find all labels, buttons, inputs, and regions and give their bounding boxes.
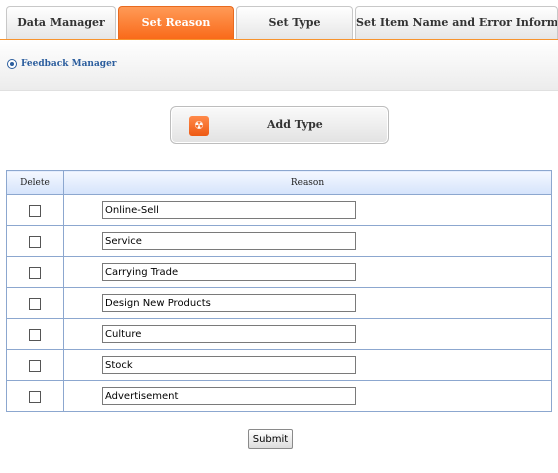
reason-input[interactable] bbox=[102, 387, 356, 405]
reason-cell bbox=[63, 349, 552, 381]
delete-cell bbox=[6, 194, 64, 226]
reason-table: Delete Reason bbox=[6, 170, 552, 412]
reason-input[interactable] bbox=[102, 294, 356, 312]
table-row bbox=[6, 225, 552, 257]
breadcrumb[interactable]: Feedback Manager bbox=[7, 59, 117, 69]
reason-input[interactable] bbox=[102, 201, 356, 219]
table-row bbox=[6, 256, 552, 288]
reason-input[interactable] bbox=[102, 232, 356, 250]
reason-input[interactable] bbox=[102, 356, 356, 374]
add-type-icon: ☢ bbox=[189, 116, 209, 136]
delete-checkbox[interactable] bbox=[29, 236, 41, 248]
delete-cell bbox=[6, 349, 64, 381]
radio-bullet-icon bbox=[7, 59, 17, 69]
reason-cell bbox=[63, 287, 552, 319]
table-row bbox=[6, 349, 552, 381]
delete-checkbox[interactable] bbox=[29, 329, 41, 341]
tab-data-manager[interactable]: Data Manager bbox=[6, 6, 116, 39]
table-row bbox=[6, 380, 552, 412]
delete-checkbox[interactable] bbox=[29, 391, 41, 403]
delete-cell bbox=[6, 225, 64, 257]
table-row bbox=[6, 318, 552, 350]
reason-table-body bbox=[6, 194, 552, 412]
delete-checkbox[interactable] bbox=[29, 205, 41, 217]
delete-column-header: Delete bbox=[6, 170, 64, 195]
table-row bbox=[6, 194, 552, 226]
tab-set-type[interactable]: Set Type bbox=[236, 6, 353, 39]
submit-button[interactable]: Submit bbox=[248, 429, 293, 449]
delete-checkbox[interactable] bbox=[29, 298, 41, 310]
table-header-row: Delete Reason bbox=[6, 170, 552, 195]
breadcrumb-label: Feedback Manager bbox=[21, 59, 117, 69]
delete-cell bbox=[6, 256, 64, 288]
delete-cell bbox=[6, 287, 64, 319]
delete-cell bbox=[6, 318, 64, 350]
reason-cell bbox=[63, 225, 552, 257]
delete-checkbox[interactable] bbox=[29, 267, 41, 279]
reason-cell bbox=[63, 256, 552, 288]
reason-input[interactable] bbox=[102, 325, 356, 343]
table-row bbox=[6, 287, 552, 319]
add-type-label: Add Type bbox=[267, 118, 323, 131]
delete-checkbox[interactable] bbox=[29, 360, 41, 372]
add-type-button[interactable]: ☢ Add Type bbox=[170, 106, 389, 144]
tab-bar: Data Manager Set Reason Set Type Set Ite… bbox=[0, 0, 558, 41]
reason-cell bbox=[63, 194, 552, 226]
sub-header: Feedback Manager bbox=[0, 40, 558, 91]
reason-column-header: Reason bbox=[63, 170, 552, 195]
reason-cell bbox=[63, 318, 552, 350]
tab-set-reason[interactable]: Set Reason bbox=[118, 6, 234, 39]
reason-cell bbox=[63, 380, 552, 412]
reason-input[interactable] bbox=[102, 263, 356, 281]
tab-set-item-name[interactable]: Set Item Name and Error Information bbox=[355, 6, 558, 39]
delete-cell bbox=[6, 380, 64, 412]
